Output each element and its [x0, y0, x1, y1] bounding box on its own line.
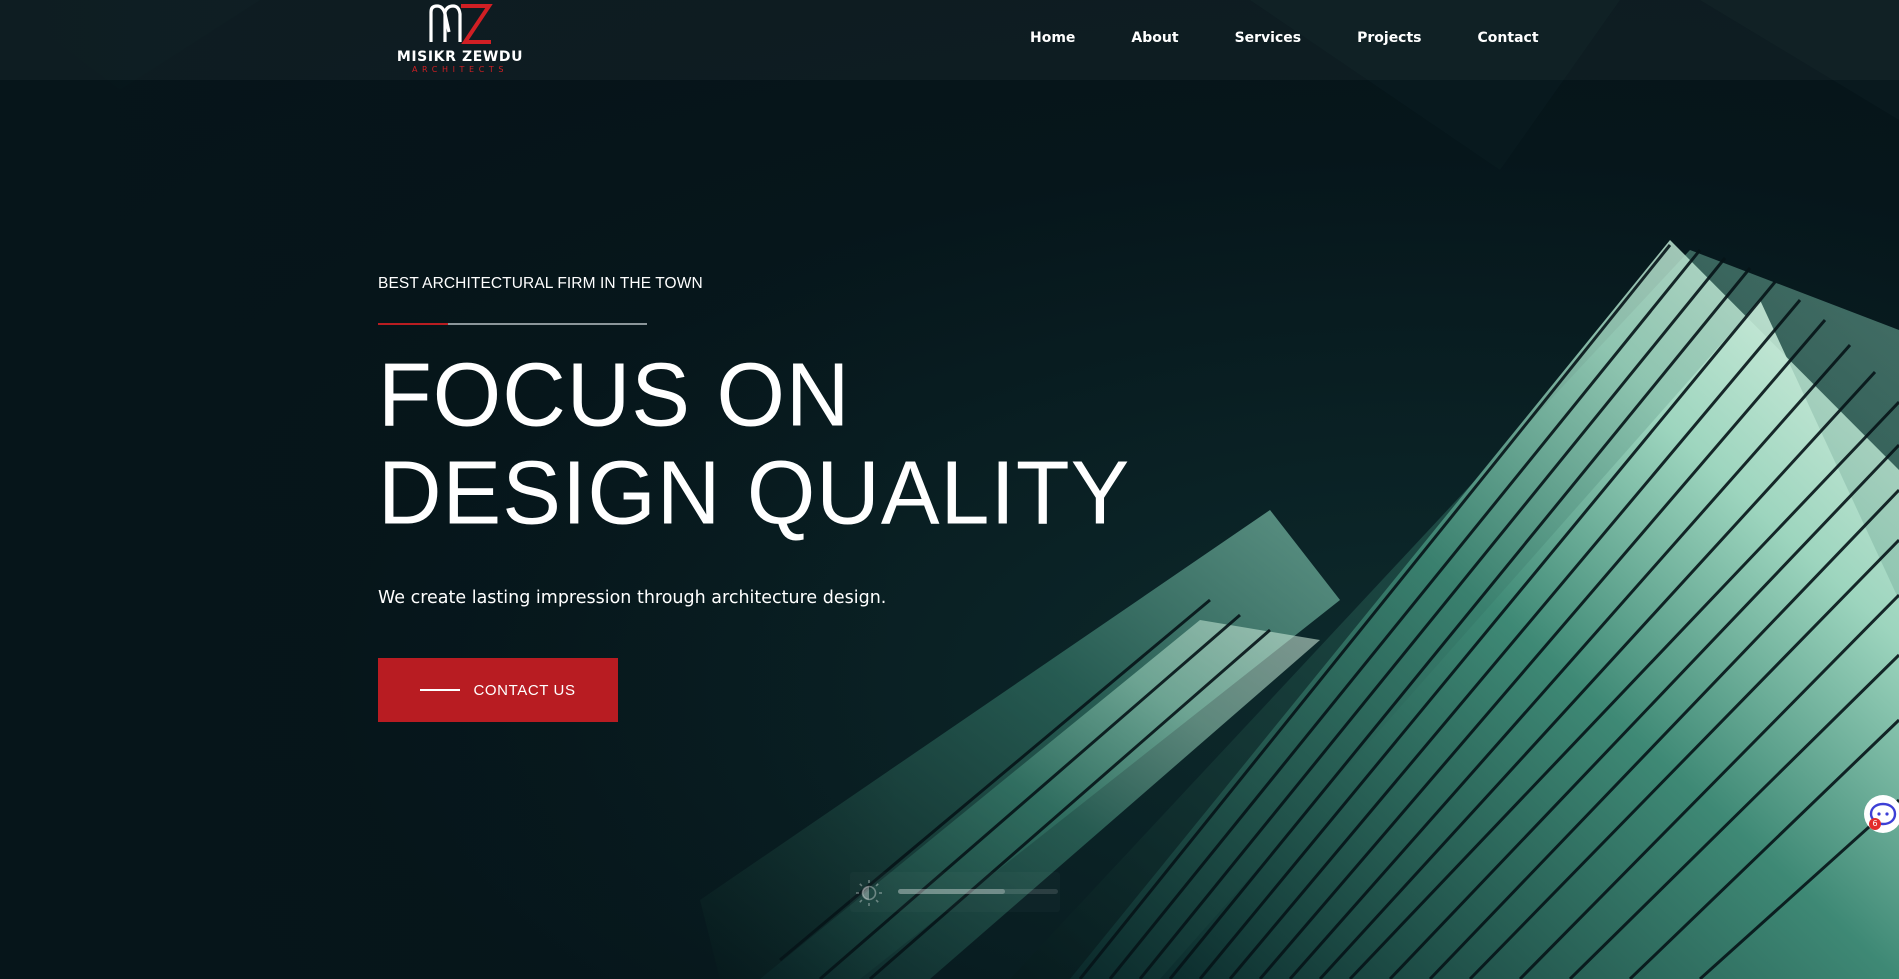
site-header: MISIKR ZEWDU ARCHITECTS Home About Servi…: [0, 0, 1899, 80]
brand-subtitle: ARCHITECTS: [411, 65, 509, 74]
mz-monogram-logo-icon: [429, 4, 493, 44]
hero-headline: FOCUS ON DESIGN QUALITY: [378, 346, 1130, 542]
nav-link-about[interactable]: About: [1131, 30, 1178, 46]
brand-name: MISIKR ZEWDU: [396, 49, 524, 65]
nav-link-home[interactable]: Home: [1030, 30, 1075, 46]
chat-widget-button[interactable]: 6: [1864, 795, 1899, 833]
main-nav: Home About Services Projects Contact: [1030, 30, 1539, 46]
hero-headline-line-1: FOCUS ON: [378, 344, 851, 446]
hero-eyebrow: BEST ARCHITECTURAL FIRM IN THE TOWN: [378, 275, 703, 292]
brand-logo[interactable]: MISIKR ZEWDU ARCHITECTS: [395, 2, 525, 77]
cta-line-decoration: [420, 689, 461, 691]
brightness-control: [850, 872, 1060, 912]
nav-link-projects[interactable]: Projects: [1357, 30, 1421, 46]
brightness-slider-fill: [898, 889, 1006, 894]
chat-notification-badge: 6: [1869, 818, 1881, 830]
contact-us-button-label: CONTACT US: [473, 681, 576, 699]
hero-headline-line-2: DESIGN QUALITY: [378, 441, 1131, 543]
hero-tagline: We create lasting impression through arc…: [378, 588, 887, 608]
hero-divider: [378, 323, 647, 325]
hero-divider-accent: [378, 323, 448, 325]
brightness-icon[interactable]: [854, 878, 884, 908]
nav-link-contact[interactable]: Contact: [1478, 30, 1539, 46]
brightness-slider[interactable]: [898, 889, 1058, 894]
contact-us-button[interactable]: CONTACT US: [378, 658, 618, 722]
nav-link-services[interactable]: Services: [1235, 30, 1302, 46]
